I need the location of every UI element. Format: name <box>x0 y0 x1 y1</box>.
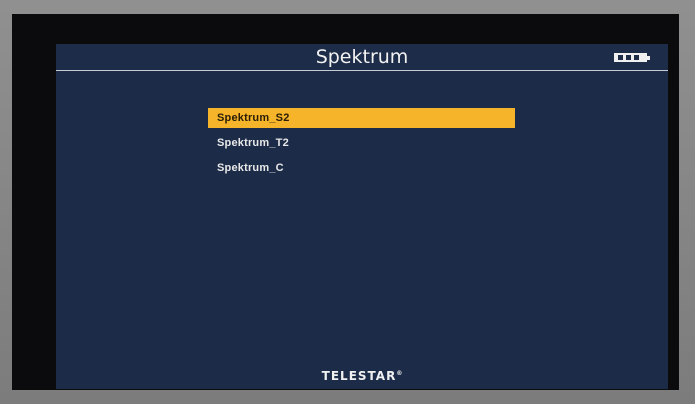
menu-item-spektrum-t2[interactable]: Spektrum_T2 <box>208 133 515 153</box>
screen-frame: Spektrum Spektrum_S2 Spektrum_T2 Spektru… <box>12 14 679 390</box>
spectrum-menu: Spektrum_S2 Spektrum_T2 Spektrum_C <box>208 108 515 183</box>
menu-item-spektrum-c[interactable]: Spektrum_C <box>208 158 515 178</box>
device-bezel: Spektrum Spektrum_S2 Spektrum_T2 Spektru… <box>0 0 695 404</box>
title-bar: Spektrum <box>56 44 668 71</box>
battery-icon <box>614 53 650 62</box>
page-title: Spektrum <box>315 46 409 68</box>
registered-mark: ® <box>396 370 403 377</box>
brand-logo: TELESTAR® <box>56 369 668 383</box>
menu-item-spektrum-s2[interactable]: Spektrum_S2 <box>208 108 515 128</box>
screen: Spektrum Spektrum_S2 Spektrum_T2 Spektru… <box>56 44 668 389</box>
brand-name: TELESTAR <box>321 369 397 383</box>
